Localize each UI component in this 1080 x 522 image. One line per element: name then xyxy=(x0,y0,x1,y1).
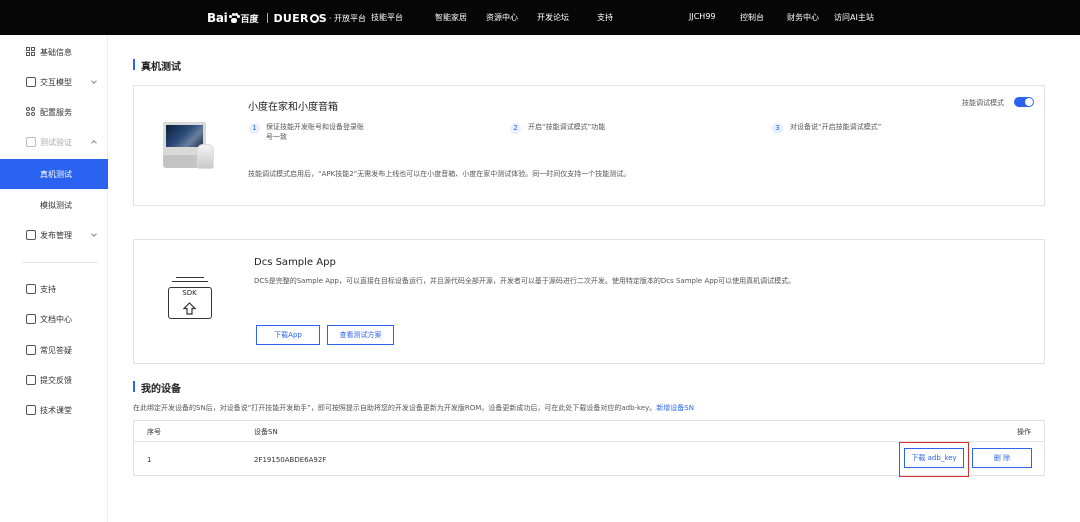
debug-mode-note: 技能调试模式启用后，“APK技能2”无需发布上线也可以在小度音箱、小度在家中测试… xyxy=(248,170,631,178)
sidebar-item-label: 发布管理 xyxy=(40,230,72,240)
sidebar-item-simulation-test[interactable]: 模拟测试 xyxy=(0,190,108,220)
chevron-down-icon xyxy=(91,78,97,84)
sidebar-item-label: 配置服务 xyxy=(40,107,72,117)
top-nav-bar: Bai 百度 DUER S · 开放平台 技能平台 智能家居 资源中心 开发论坛 … xyxy=(0,0,1080,35)
device-card-title: 小度在家和小度音箱 xyxy=(248,102,338,113)
settings-grid-icon xyxy=(26,107,36,117)
step-3-text: 对设备说“开启技能调试模式” xyxy=(790,123,882,131)
support-icon xyxy=(26,284,36,294)
baidu-paw-icon xyxy=(228,12,241,24)
grid-icon xyxy=(26,47,36,57)
step-2-number: 2 xyxy=(510,123,521,134)
delete-device-button[interactable]: 删 除 xyxy=(972,448,1032,468)
sidebar-item-real-device-test[interactable]: 真机测试 xyxy=(0,159,108,189)
chevron-down-icon xyxy=(91,231,97,237)
sidebar-item-doc-center[interactable]: 文档中心 xyxy=(0,304,108,334)
device-table-header: 序号 设备SN 操作 xyxy=(134,421,1044,442)
download-app-button[interactable]: 下载App xyxy=(256,325,320,345)
sidebar-item-basic-info[interactable]: 基础信息 xyxy=(0,37,108,67)
column-header-sn: 设备SN xyxy=(254,428,278,436)
nav-skill-platform[interactable]: 技能平台 xyxy=(371,12,403,23)
sdk-icon: SDK xyxy=(168,277,212,321)
nav-visit-ai-site[interactable]: 访问AI主站 xyxy=(834,12,874,23)
video-icon xyxy=(26,405,36,415)
sidebar-item-interaction-model[interactable]: 交互模型 xyxy=(0,67,108,97)
nav-finance-center[interactable]: 财务中心 xyxy=(787,12,819,23)
sidebar-item-label: 基础信息 xyxy=(40,47,72,57)
section-title-real-device-test: 真机测试 xyxy=(133,58,181,73)
row-index: 1 xyxy=(147,456,152,464)
sidebar: 基础信息 交互模型 配置服务 测试验证 真机测试 模拟测试 发布管理 支持 文档… xyxy=(0,35,108,522)
sidebar-item-label: 提交反馈 xyxy=(40,375,72,385)
sidebar-item-label: 支持 xyxy=(40,284,56,294)
sidebar-item-support[interactable]: 支持 xyxy=(0,274,108,304)
debug-mode-toggle[interactable] xyxy=(1014,97,1034,107)
nav-resource-center[interactable]: 资源中心 xyxy=(486,12,518,23)
sidebar-item-label: 交互模型 xyxy=(40,77,72,87)
feedback-icon xyxy=(26,375,36,385)
monitor-icon xyxy=(26,137,36,147)
sidebar-item-label: 常见答疑 xyxy=(40,345,72,355)
sidebar-item-label: 技术课堂 xyxy=(40,405,72,415)
sidebar-item-label: 模拟测试 xyxy=(40,200,72,210)
sidebar-item-publish-management[interactable]: 发布管理 xyxy=(0,220,108,250)
faq-icon xyxy=(26,345,36,355)
dcs-title: Dcs Sample App xyxy=(254,257,336,268)
sidebar-item-label: 测试验证 xyxy=(40,137,72,147)
nav-dev-forum[interactable]: 开发论坛 xyxy=(537,12,569,23)
sidebar-item-label: 真机测试 xyxy=(40,169,72,179)
edit-doc-icon xyxy=(26,77,36,87)
column-header-actions: 操作 xyxy=(1017,428,1031,436)
sidebar-divider xyxy=(22,262,98,263)
step-1-text: 保证技能开发账号和设备登录账号一致 xyxy=(266,123,364,141)
view-test-plan-button[interactable]: 查看测试方案 xyxy=(327,325,394,345)
nav-smart-home[interactable]: 智能家居 xyxy=(435,12,467,23)
logo-bai-text: Bai xyxy=(207,11,228,25)
step-3-number: 3 xyxy=(772,123,783,134)
logo-platform-text: · 开放平台 xyxy=(328,13,367,23)
sidebar-item-test-verify[interactable]: 测试验证 xyxy=(0,127,108,157)
logo-du-text: 百度 xyxy=(240,14,259,25)
my-devices-description: 在此绑定开发设备的SN后，对设备说“打开技能开发助手”，即可按照提示自助将您的开… xyxy=(133,404,694,412)
nav-user-name[interactable]: JJCH99 xyxy=(689,12,716,21)
step-2-text: 开启“技能调试模式”功能 xyxy=(528,123,606,131)
nav-console[interactable]: 控制台 xyxy=(740,12,764,23)
sidebar-item-tech-class[interactable]: 技术课堂 xyxy=(0,395,108,425)
sidebar-item-label: 文档中心 xyxy=(40,314,72,324)
step-1-number: 1 xyxy=(249,123,260,134)
chevron-up-icon xyxy=(91,140,97,146)
logo-separator xyxy=(267,13,269,23)
sidebar-item-faq[interactable]: 常见答疑 xyxy=(0,335,108,365)
add-device-sn-link[interactable]: 新增设备SN xyxy=(656,404,694,412)
sdk-icon-text: SDK xyxy=(182,289,197,297)
sidebar-item-config-service[interactable]: 配置服务 xyxy=(0,97,108,127)
publish-icon xyxy=(26,230,36,240)
dcs-description: DCS是完整的Sample App，可以直接在目标设备运行，并且源代码全部开源，… xyxy=(254,277,796,285)
nav-support[interactable]: 支持 xyxy=(597,12,613,23)
logo-dueros-text: DUER S xyxy=(273,11,327,25)
section-title-my-devices: 我的设备 xyxy=(133,380,181,395)
column-header-index: 序号 xyxy=(147,428,161,436)
highlight-box xyxy=(899,442,969,477)
sidebar-item-feedback[interactable]: 提交反馈 xyxy=(0,365,108,395)
row-device-sn: 2F19150ABDE6A92F xyxy=(254,456,327,464)
baidu-dueros-logo[interactable]: Bai 百度 DUER S · 开放平台 xyxy=(207,11,366,25)
document-icon xyxy=(26,314,36,324)
debug-mode-label: 技能调试模式 xyxy=(962,99,1004,107)
xiaodu-device-image xyxy=(163,122,218,170)
